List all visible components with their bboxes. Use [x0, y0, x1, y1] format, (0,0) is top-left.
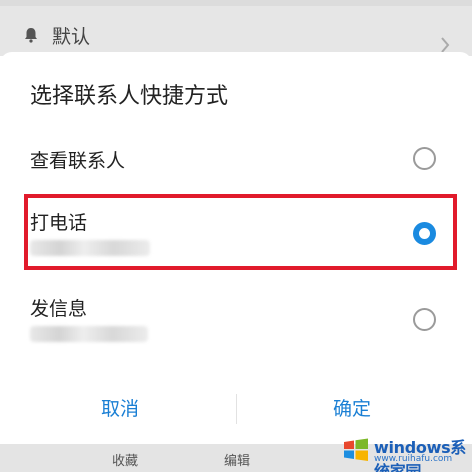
edit-button[interactable]: 编辑: [224, 450, 250, 469]
confirm-button[interactable]: 确定: [252, 388, 452, 430]
option-label: 查看联系人: [30, 150, 126, 172]
radio-button[interactable]: [413, 147, 436, 170]
background-ringtone-row: 默认: [0, 0, 472, 56]
background-divider: [0, 0, 472, 6]
option-label: 发信息: [30, 298, 88, 320]
dialog-actions: 取消 确定: [0, 388, 472, 430]
option-message[interactable]: 发信息: [0, 280, 472, 356]
watermark-url: www.ruihafu.com: [374, 454, 453, 464]
cancel-button[interactable]: 取消: [20, 388, 220, 430]
dialog-title: 选择联系人快捷方式: [30, 84, 229, 109]
watermark-brand: windows系统家园: [374, 438, 467, 472]
highlight-annotation: [24, 194, 457, 270]
blurred-phone-number: [30, 326, 148, 342]
favorite-button[interactable]: 收藏: [112, 450, 138, 469]
windows-logo-icon: [344, 438, 368, 461]
screen: 默认 选择联系人快捷方式 查看联系人 打电话 发信息 取消 确定 收藏 编辑 w…: [0, 0, 472, 472]
option-view-contact[interactable]: 查看联系人: [0, 132, 472, 188]
button-divider: [236, 394, 237, 424]
bell-icon: [25, 28, 37, 43]
contact-shortcut-dialog: 选择联系人快捷方式 查看联系人 打电话 发信息 取消 确定: [0, 52, 472, 444]
ringtone-default-label: 默认: [52, 26, 91, 48]
watermark: windows系统家园 www.ruihafu.com: [340, 432, 472, 472]
radio-button[interactable]: [413, 308, 436, 331]
